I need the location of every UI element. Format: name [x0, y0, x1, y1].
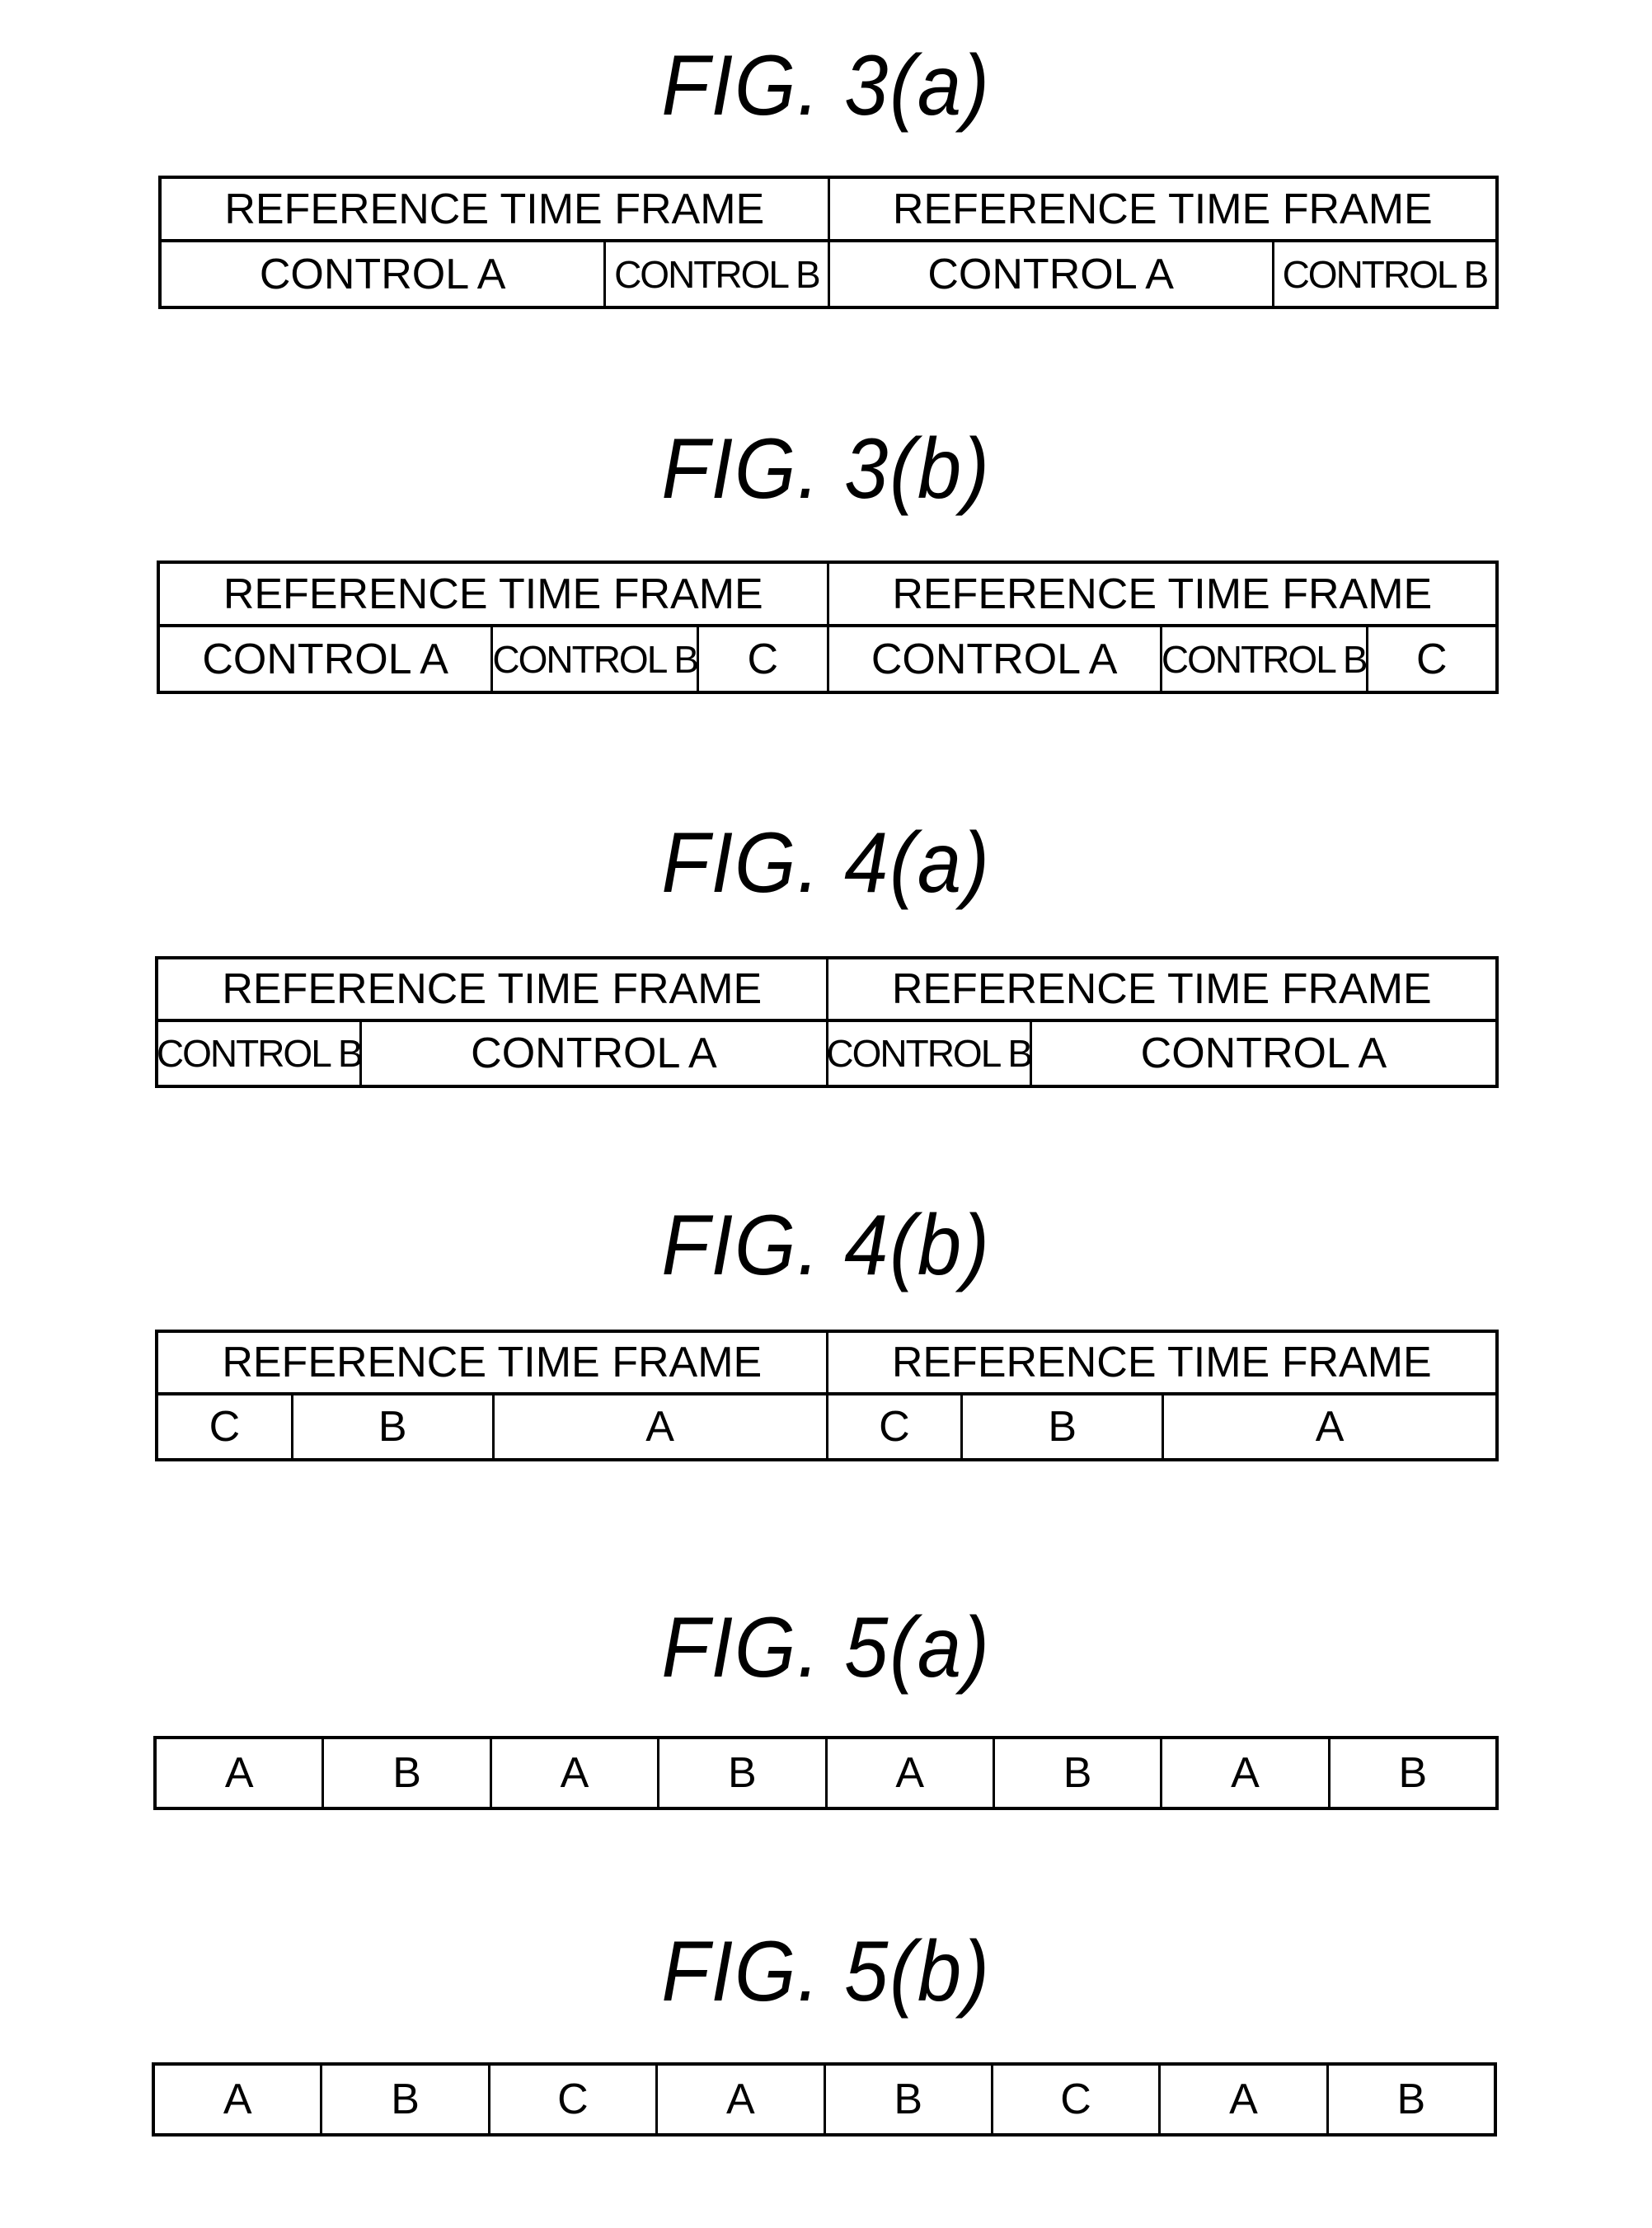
control-slot: A [645, 1403, 674, 1451]
control-slot: B [963, 1395, 1165, 1458]
figure-title: FIG. 4(a) [661, 815, 991, 911]
time-slot: A [157, 1739, 325, 1807]
reference-time-frame-header: REFERENCE TIME FRAME [892, 185, 1433, 233]
time-slot: B [1396, 2076, 1426, 2123]
control-slot: CONTROL B [828, 1022, 1032, 1085]
time-slot: B [1398, 1749, 1428, 1797]
time-slot: A [492, 1739, 660, 1807]
control-slot: C [1416, 635, 1448, 683]
frame-slot-group: CB A [828, 1395, 1496, 1458]
control-slot: CONTROL B [614, 252, 821, 296]
frame-slot-group: CONTROL A CONTROL B C [160, 627, 829, 691]
figure-title: FIG. 3(b) [661, 421, 991, 517]
time-slot: B [826, 2066, 993, 2133]
time-frame-diagram: REFERENCE TIME FRAME REFERENCE TIME FRAME… [157, 561, 1499, 694]
control-slot: CONTROL B [1282, 252, 1490, 296]
control-slot: CONTROL A [160, 627, 494, 691]
frame-slot-group: CONTROL A CONTROL B [830, 242, 1496, 306]
control-slot: CONTROL A [471, 1030, 717, 1077]
control-slot: A [1315, 1403, 1345, 1451]
frame-slot-group: CB A [158, 1395, 828, 1458]
control-slot: CONTROL A [829, 627, 1162, 691]
time-slot: B [659, 1739, 828, 1807]
time-frame-diagram: REFERENCE TIME FRAME REFERENCE TIME FRAME… [155, 956, 1499, 1088]
control-slot: CONTROL B [1162, 627, 1368, 691]
frame-slot-group: CONTROL B CONTROL A [158, 1022, 828, 1085]
control-slot: CONTROL A [162, 242, 607, 306]
time-slot: B [995, 1739, 1163, 1807]
figure-title: FIG. 4(b) [661, 1198, 991, 1293]
control-slot: CONTROL B [158, 1022, 363, 1085]
control-slot: C [828, 1395, 964, 1458]
figure-title: FIG. 5(a) [661, 1600, 991, 1696]
reference-time-frame-header: REFERENCE TIME FRAME [162, 179, 830, 239]
time-slot: A [1161, 2066, 1329, 2133]
reference-time-frame-header: REFERENCE TIME FRAME [891, 1339, 1432, 1386]
reference-time-frame-header: REFERENCE TIME FRAME [158, 959, 828, 1019]
time-slot: B [324, 1739, 492, 1807]
reference-time-frame-header: REFERENCE TIME FRAME [891, 965, 1432, 1013]
time-slot: A [1162, 1739, 1331, 1807]
frame-slot-group: CONTROL A CONTROL B C [829, 627, 1496, 691]
time-slot: C [993, 2066, 1162, 2133]
reference-time-frame-header: REFERENCE TIME FRAME [158, 1333, 828, 1392]
time-slot: A [658, 2066, 826, 2133]
control-slot: CONTROL A [1140, 1030, 1387, 1077]
reference-time-frame-header: REFERENCE TIME FRAME [892, 570, 1433, 618]
control-slot: CONTROL B [493, 627, 700, 691]
time-slot: B [322, 2066, 490, 2133]
figure-title: FIG. 5(b) [661, 1924, 991, 2019]
time-slot: A [155, 2066, 323, 2133]
reference-time-frame-header: REFERENCE TIME FRAME [160, 564, 829, 624]
frame-slot-group: CONTROL B CONTROL A [828, 1022, 1496, 1085]
time-frame-diagram: REFERENCE TIME FRAME REFERENCE TIME FRAME… [158, 176, 1499, 309]
figure-title: FIG. 3(a) [661, 38, 991, 134]
control-slot: B [293, 1395, 495, 1458]
control-slot: CONTROL A [830, 242, 1274, 306]
time-slot: A [828, 1739, 995, 1807]
time-slot: C [490, 2066, 659, 2133]
time-slot-sequence: ABCABCAB [152, 2062, 1497, 2137]
time-slot-sequence: ABABABAB [153, 1736, 1499, 1810]
time-frame-diagram: REFERENCE TIME FRAME REFERENCE TIME FRAME… [155, 1330, 1499, 1461]
control-slot: C [747, 635, 779, 683]
control-slot: C [158, 1395, 293, 1458]
frame-slot-group: CONTROL A CONTROL B [162, 242, 830, 306]
